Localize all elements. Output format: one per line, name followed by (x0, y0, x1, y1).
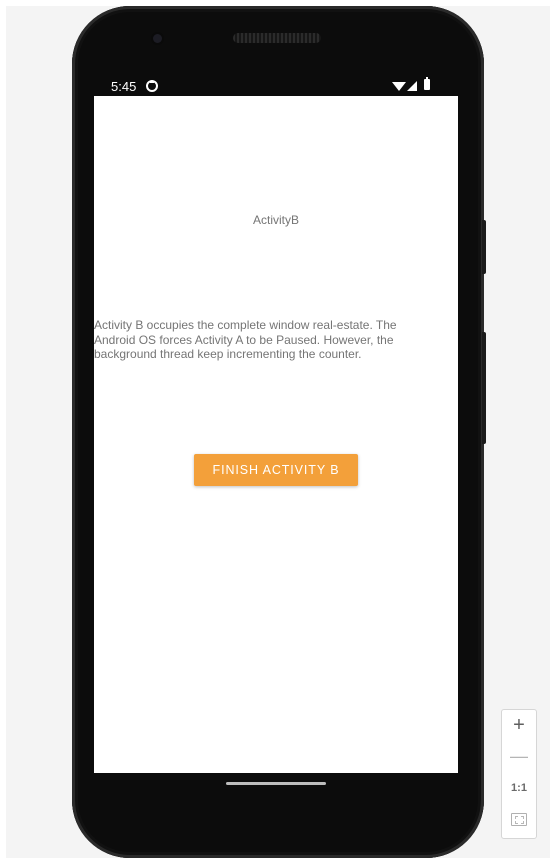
activity-description: Activity B occupies the complete window … (94, 318, 397, 361)
zoom-reset-button[interactable]: 1:1 (502, 782, 536, 794)
power-button (482, 220, 486, 274)
status-bar: 5:45 (94, 76, 458, 96)
activity-title: ActivityB (252, 213, 299, 227)
fit-screen-icon[interactable] (511, 813, 527, 826)
status-time: 5:45 (111, 79, 137, 94)
battery-icon (424, 77, 430, 90)
zoom-in-button[interactable]: + (502, 714, 536, 737)
volume-button (482, 332, 486, 444)
wifi-icon (392, 82, 406, 91)
earpiece-speaker (233, 33, 321, 43)
app-screen: ActivityB Activity B occupies the comple… (94, 96, 458, 773)
zoom-out-button[interactable]: — (502, 746, 536, 767)
home-indicator[interactable] (226, 782, 326, 785)
signal-icon (407, 81, 417, 91)
finish-activity-button[interactable]: FINISH ACTIVITY B (194, 454, 358, 486)
sync-icon (146, 80, 158, 92)
zoom-controls: + — 1:1 (501, 709, 537, 839)
front-camera-icon (153, 34, 162, 43)
